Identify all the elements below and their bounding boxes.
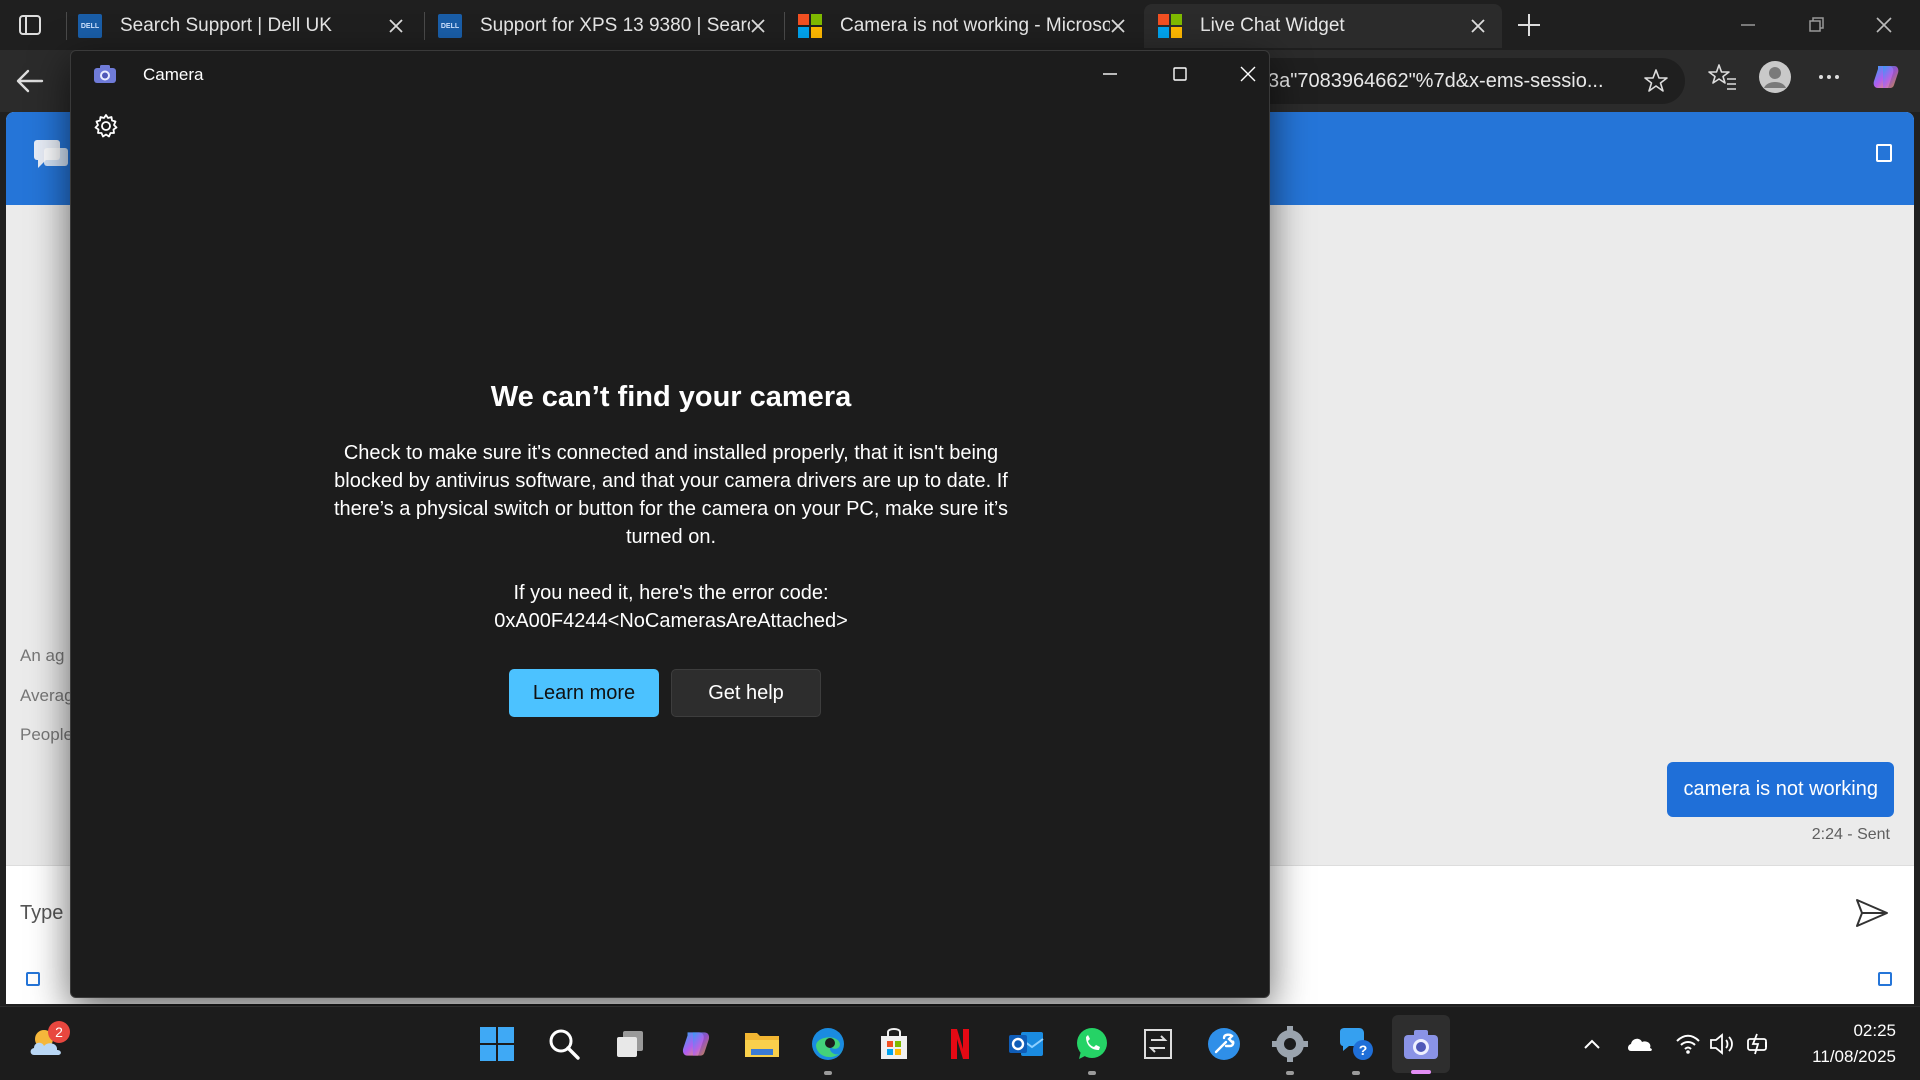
error-description: Check to make sure it's connected and in… [333, 442, 1008, 548]
close-tab-icon[interactable] [748, 16, 768, 36]
sent-message-bubble: camera is not working [1667, 762, 1894, 817]
error-code-label: If you need it, here's the error code: [513, 582, 829, 604]
camera-title-bar[interactable]: Camera [71, 51, 1271, 97]
running-indicator [1352, 1071, 1360, 1075]
microsoft-store-icon[interactable] [874, 1024, 914, 1064]
tab-xps-support[interactable]: DELL Support for XPS 13 9380 | Search [424, 4, 782, 48]
tab-title: Search Support | Dell UK [120, 15, 332, 36]
restore-icon[interactable] [1801, 10, 1831, 40]
running-indicator [1286, 1071, 1294, 1075]
volume-icon[interactable] [1708, 1030, 1736, 1058]
side-note-agent: An ag [20, 646, 65, 665]
onedrive-cloud-icon[interactable] [1626, 1030, 1654, 1058]
get-help-app-icon[interactable]: ? [1336, 1024, 1376, 1064]
url-text: 3a"7083964662"%7d&x-ems-sessio... [1268, 69, 1604, 92]
file-explorer-icon[interactable] [742, 1024, 782, 1064]
search-icon[interactable] [544, 1024, 584, 1064]
maximize-chat-icon[interactable] [1876, 144, 1892, 162]
netflix-icon[interactable] [940, 1024, 980, 1064]
settings-gear-icon[interactable] [93, 113, 119, 139]
favorites-icon[interactable] [1705, 60, 1739, 94]
maximize-icon[interactable] [1165, 59, 1195, 89]
active-app-indicator [1411, 1070, 1431, 1074]
error-title: We can’t find your camera [490, 381, 852, 413]
windows-taskbar: 2 ? 02:25 11/08/2025 [0, 1006, 1920, 1080]
microsoft-icon [1158, 14, 1182, 38]
wifi-icon[interactable] [1674, 1030, 1702, 1058]
weather-notification-badge: 2 [48, 1021, 70, 1043]
dell-icon: DELL [78, 14, 102, 38]
tab-live-chat[interactable]: Live Chat Widget [1144, 4, 1502, 48]
error-code: 0xA00F4244<NoCamerasAreAttached> [494, 610, 848, 632]
tab-camera-not-working[interactable]: Camera is not working - Microsoft [784, 4, 1142, 48]
minimize-icon[interactable] [1095, 59, 1125, 89]
camera-window-title: Camera [143, 65, 204, 84]
send-icon[interactable] [1854, 896, 1890, 930]
close-tab-icon[interactable] [386, 16, 406, 36]
task-view-icon[interactable] [610, 1024, 650, 1064]
get-help-button[interactable]: Get help [671, 669, 821, 717]
tab-title: Live Chat Widget [1200, 15, 1345, 36]
browser-tab-bar: DELL Search Support | Dell UK DELL Suppo… [0, 0, 1920, 50]
settings-icon[interactable] [1270, 1024, 1310, 1064]
running-indicator [824, 1071, 832, 1075]
favorite-star-icon[interactable] [1643, 68, 1669, 94]
edge-browser-icon[interactable] [808, 1024, 848, 1064]
message-timestamp: 2:24 - Sent [1811, 826, 1890, 843]
minimize-icon[interactable] [1733, 10, 1763, 40]
side-note-average: Averag [20, 686, 74, 705]
message-input-placeholder[interactable]: Type [20, 902, 63, 925]
tab-actions-icon[interactable] [14, 10, 46, 40]
tab-title: Support for XPS 13 9380 | Search [480, 15, 750, 36]
tab-title: Camera is not working - Microsoft [840, 15, 1110, 36]
more-options-icon[interactable] [1812, 60, 1846, 94]
close-tab-icon[interactable] [1468, 16, 1488, 36]
attachment-icon[interactable] [26, 972, 40, 986]
outlook-icon[interactable] [1006, 1024, 1046, 1064]
whatsapp-icon[interactable] [1072, 1024, 1112, 1064]
copilot-taskbar-icon[interactable] [676, 1024, 716, 1064]
side-note-people: People [20, 725, 73, 744]
profile-avatar-icon[interactable] [1758, 60, 1792, 94]
close-icon[interactable] [1233, 59, 1263, 89]
dell-icon: DELL [438, 14, 462, 38]
taskbar-clock-time[interactable]: 02:25 [1806, 1021, 1896, 1041]
running-indicator [1088, 1071, 1096, 1075]
close-tab-icon[interactable] [1108, 16, 1128, 36]
close-window-icon[interactable] [1869, 10, 1899, 40]
svg-text:?: ? [1359, 1042, 1368, 1058]
options-icon[interactable] [1878, 972, 1892, 986]
taskbar-clock-date[interactable]: 11/08/2025 [1786, 1047, 1896, 1067]
start-windows-icon[interactable] [477, 1024, 517, 1064]
chevron-up-icon[interactable] [1578, 1030, 1606, 1058]
learn-more-button[interactable]: Learn more [509, 669, 659, 717]
new-tab-icon[interactable] [1512, 8, 1546, 42]
camera-app-icon [94, 65, 116, 83]
microsoft-icon [798, 14, 822, 38]
quick-assist-icon[interactable] [1204, 1024, 1244, 1064]
remote-connection-icon[interactable] [1138, 1024, 1178, 1064]
tab-dell-search[interactable]: DELL Search Support | Dell UK [64, 4, 420, 48]
camera-taskbar-icon[interactable] [1401, 1024, 1441, 1064]
battery-charging-icon[interactable] [1745, 1030, 1773, 1058]
chat-bubbles-icon [34, 140, 68, 168]
camera-app-window: Camera We can’t find your camera Check t… [70, 50, 1270, 998]
copilot-icon[interactable] [1869, 60, 1903, 94]
back-arrow-icon[interactable] [12, 64, 48, 98]
